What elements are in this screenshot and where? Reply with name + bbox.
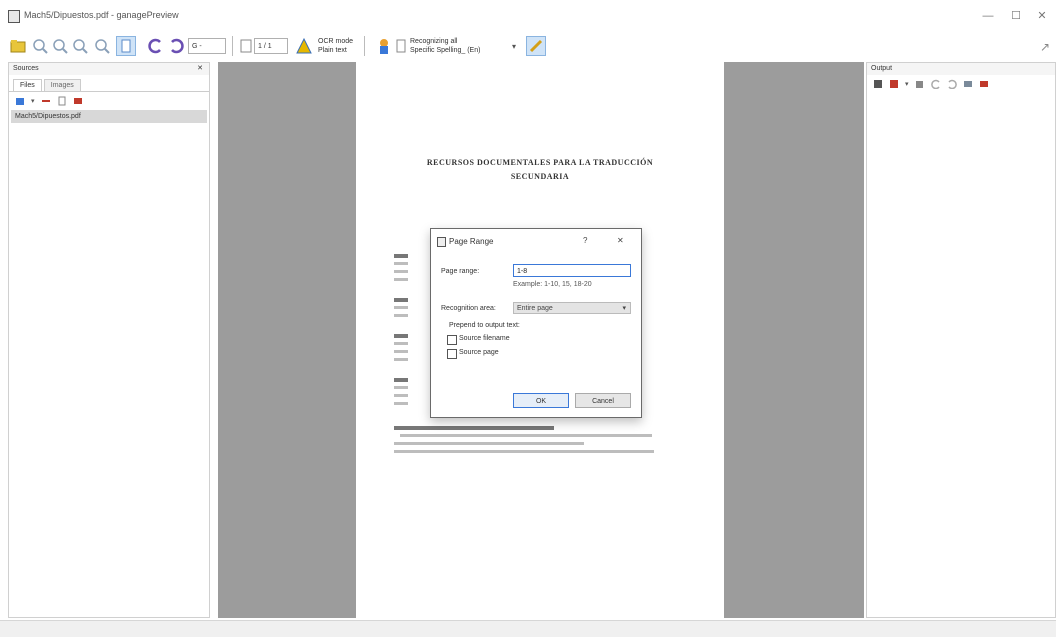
dropdown-icon[interactable]: ▾ (31, 97, 35, 105)
app-icon (8, 10, 20, 23)
page-range-label: Page range: (441, 268, 480, 275)
status-bar (0, 620, 1056, 637)
text-line (394, 394, 408, 397)
chevron-down-icon: ▾ (622, 305, 626, 312)
prepend-label: Prepend to output text: (449, 322, 520, 329)
export-icon[interactable] (889, 79, 899, 89)
text-line (394, 314, 408, 317)
text-line (394, 426, 554, 430)
text-line (400, 434, 652, 437)
dialog-close-button[interactable]: ✕ (617, 236, 624, 245)
text-line (394, 254, 408, 258)
text-line (394, 342, 408, 345)
document-title-line2: SECUNDARIA (510, 172, 570, 181)
copy-icon[interactable] (915, 79, 925, 89)
sources-tabs: Files Images (9, 75, 209, 91)
redo-icon[interactable] (947, 79, 957, 89)
page-navigation-icon[interactable] (236, 36, 256, 56)
text-line (394, 278, 408, 281)
toolbar-separator (232, 36, 233, 56)
source-page-label: Source page (459, 349, 499, 356)
window-title: Mach5/Dipuestos.pdf - ganagePreview (24, 10, 179, 20)
select-icon[interactable] (116, 36, 136, 56)
text-line (394, 358, 408, 361)
page-range-example: Example: 1-10, 15, 18-20 (513, 281, 592, 288)
minimize-button[interactable]: — (980, 8, 996, 24)
text-line (394, 298, 408, 302)
rotate-right-icon[interactable] (166, 36, 186, 56)
text-line (394, 306, 408, 309)
dialog-title: Page Range (449, 237, 494, 246)
tools-icon[interactable] (374, 36, 394, 56)
add-icon[interactable] (15, 96, 25, 106)
sources-header: Sources ✕ (9, 63, 209, 75)
text-line (394, 442, 584, 445)
page-number-box[interactable]: 1 / 1 (254, 38, 288, 54)
dropdown-icon[interactable]: ▾ (905, 80, 909, 88)
text-line (394, 350, 408, 353)
open-icon[interactable] (8, 36, 28, 56)
page-range-dialog: Page Range ? ✕ Page range: 1-8 Example: … (430, 228, 642, 418)
sources-panel: Sources ✕ Files Images ▾ Mach5/Dipuestos… (8, 62, 210, 618)
source-filename-checkbox[interactable] (447, 335, 457, 345)
recognition-area-value: Entire page (517, 305, 553, 312)
text-line (394, 450, 654, 453)
text-line (394, 378, 408, 382)
zoom-fit-icon[interactable] (70, 36, 90, 56)
document-title-line1: RECURSOS DOCUMENTALES PARA LA TRADUCCIÓN (426, 158, 654, 167)
text-line (394, 270, 408, 273)
source-filename-label: Source filename (459, 335, 510, 342)
zoom-width-icon[interactable] (92, 36, 112, 56)
text-line (394, 334, 408, 338)
ok-button[interactable]: OK (513, 393, 569, 408)
recognize-icon[interactable] (294, 36, 314, 56)
file-list-item[interactable]: Mach5/Dipuestos.pdf (11, 110, 207, 123)
sources-header-label: Sources (13, 65, 39, 72)
source-page-checkbox[interactable] (447, 349, 457, 359)
text-line (394, 386, 408, 389)
page-range-input[interactable]: 1-8 (513, 264, 631, 277)
zoom-in-icon[interactable] (30, 36, 50, 56)
pdf-icon[interactable] (979, 79, 989, 89)
rotate-left-icon[interactable] (146, 36, 166, 56)
chevron-down-icon[interactable]: ▾ (512, 42, 516, 62)
settings-icon[interactable] (394, 36, 408, 56)
recognition-area-select[interactable]: Entire page ▾ (513, 302, 631, 314)
pdf-icon[interactable] (73, 96, 83, 106)
help-button[interactable]: ? (583, 236, 587, 245)
expand-icon[interactable]: ↗ (1040, 40, 1050, 60)
tab-images[interactable]: Images (43, 79, 81, 91)
dialog-app-icon (437, 237, 446, 247)
image-icon[interactable] (963, 79, 973, 89)
text-line (394, 402, 408, 405)
zoom-combo[interactable]: G - (188, 38, 226, 54)
cancel-button[interactable]: Cancel (575, 393, 631, 408)
save-icon[interactable] (873, 79, 883, 89)
close-button[interactable]: ✕ (1034, 8, 1050, 24)
toolbar: G - 1 / 1 OCR mode Plain text Recognizin… (0, 32, 1056, 62)
toolbar-separator (364, 36, 365, 56)
page-icon[interactable] (57, 96, 67, 106)
autocorrect-icon[interactable] (526, 36, 546, 56)
remove-icon[interactable] (41, 96, 51, 106)
recognition-area-label: Recognition area: (441, 305, 496, 312)
title-bar: Mach5/Dipuestos.pdf - ganagePreview — ☐ … (0, 0, 1056, 32)
sources-toolbar: ▾ (9, 91, 209, 110)
output-toolbar: ▾ (867, 75, 1055, 93)
maximize-button[interactable]: ☐ (1008, 8, 1024, 24)
output-header-label: Output (871, 65, 893, 72)
undo-icon[interactable] (930, 79, 941, 89)
output-panel: Output ▾ (866, 62, 1056, 618)
tab-files[interactable]: Files (13, 79, 42, 91)
zoom-out-icon[interactable] (50, 36, 70, 56)
output-header: Output (867, 63, 1055, 75)
close-icon[interactable]: ✕ (197, 63, 203, 75)
text-line (394, 262, 408, 265)
